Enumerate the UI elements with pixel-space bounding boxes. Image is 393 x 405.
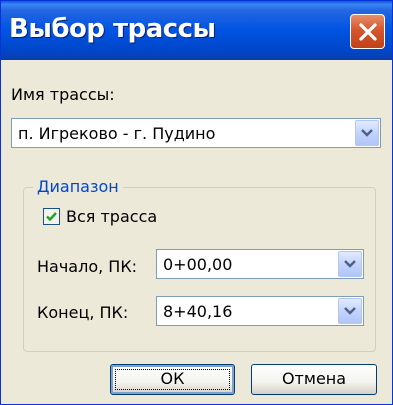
title-bar[interactable]: Выбор трассы xyxy=(1,1,392,60)
dialog-window: Выбор трассы Имя трассы: п. Игреково - г… xyxy=(0,0,393,405)
chevron-down-icon xyxy=(344,307,356,315)
route-name-select[interactable]: п. Игреково - г. Пудино xyxy=(11,118,381,148)
checkmark-icon xyxy=(46,212,57,222)
start-station-label: Начало, ПК: xyxy=(37,257,138,276)
ok-button[interactable]: ОК xyxy=(110,364,235,395)
end-dropdown-button[interactable] xyxy=(338,298,362,324)
start-dropdown-button[interactable] xyxy=(338,251,362,277)
end-station-value: 8+40,16 xyxy=(163,302,233,321)
chevron-down-icon xyxy=(344,260,356,268)
route-name-value: п. Игреково - г. Пудино xyxy=(18,124,216,143)
cancel-button-label: Отмена xyxy=(281,369,347,388)
close-icon xyxy=(359,23,377,41)
dialog-title: Выбор трассы xyxy=(9,14,216,44)
ok-button-label: ОК xyxy=(160,369,185,388)
cancel-button[interactable]: Отмена xyxy=(251,364,377,395)
close-button[interactable] xyxy=(350,14,385,49)
route-dropdown-button[interactable] xyxy=(355,120,379,146)
start-station-value: 0+00,00 xyxy=(163,255,233,274)
range-group-legend: Диапазон xyxy=(33,177,123,196)
chevron-down-icon xyxy=(361,129,373,137)
route-name-label: Имя трассы: xyxy=(11,85,115,104)
end-station-select[interactable]: 8+40,16 xyxy=(156,296,364,326)
end-station-label: Конец, ПК: xyxy=(37,303,129,322)
whole-route-label[interactable]: Вся трасса xyxy=(66,207,157,226)
dialog-body: Имя трассы: п. Игреково - г. Пудино Диап… xyxy=(1,60,392,404)
whole-route-checkbox[interactable] xyxy=(43,208,60,225)
start-station-select[interactable]: 0+00,00 xyxy=(156,249,364,279)
